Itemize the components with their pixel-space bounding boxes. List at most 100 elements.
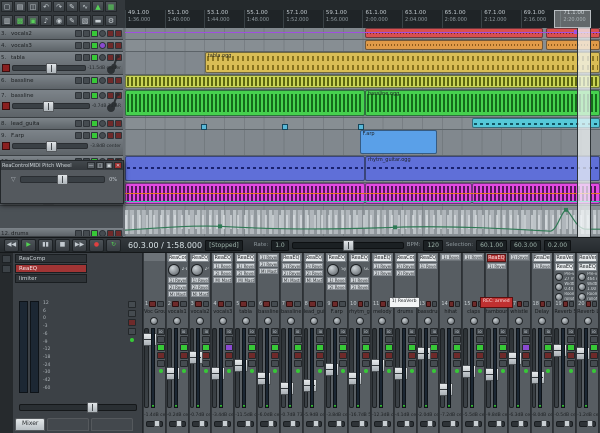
phase-button[interactable]	[364, 301, 369, 307]
record-arm-button[interactable]	[263, 301, 270, 307]
pitch-wheel-dropdown-icon[interactable]: ▽	[11, 176, 16, 183]
env-button[interactable]	[430, 336, 438, 343]
solo-button[interactable]	[157, 360, 165, 367]
record-arm-button[interactable]	[449, 301, 454, 307]
fx-enable-button[interactable]	[271, 344, 279, 351]
phase-button[interactable]	[546, 301, 551, 307]
melody-lane[interactable]	[125, 183, 600, 206]
selection-start[interactable]: 60.1.00	[476, 240, 507, 251]
arrange-view[interactable]: tabla.oggbassline.oggF.arprhytm_guitar.o…	[125, 28, 600, 237]
phase-button[interactable]	[271, 301, 278, 307]
send-knob[interactable]	[191, 264, 203, 276]
media-item[interactable]	[365, 40, 543, 50]
tcp-track-F.arp[interactable]: 9.F.arp-3.8dB center	[0, 130, 123, 156]
window-button[interactable]: —	[87, 162, 95, 169]
width-handle[interactable]	[587, 420, 593, 427]
fx-param-knob[interactable]	[555, 283, 563, 291]
mixer-strip-tambourine[interactable]: ReaEQ1) Reverb S16tambourineio-9.8dB cen…	[486, 253, 508, 433]
fx-slot[interactable]: ReaVerb	[578, 254, 597, 262]
send-slot[interactable]: 1) Reverb S	[305, 263, 324, 269]
send-slot[interactable]: 2) Reverb L	[396, 270, 415, 276]
record-monitor-button[interactable]	[99, 132, 106, 139]
env-button[interactable]	[567, 336, 575, 343]
fx-button[interactable]	[91, 120, 98, 127]
io-button[interactable]	[83, 132, 90, 139]
mute-button[interactable]	[248, 352, 256, 359]
env-button[interactable]	[522, 336, 530, 343]
channel-name[interactable]: bassdrum	[418, 308, 439, 316]
mute-button[interactable]	[362, 352, 370, 359]
fx-enable-button[interactable]	[385, 344, 393, 351]
solo-button[interactable]	[202, 360, 210, 367]
solo-button[interactable]	[115, 120, 122, 127]
fx-button[interactable]	[91, 42, 98, 49]
phase-button[interactable]	[455, 301, 460, 307]
bassline-lower-lane[interactable]: bassline.ogg	[125, 90, 600, 118]
record-arm-button[interactable]	[286, 301, 293, 307]
track-name[interactable]: vocals2	[11, 31, 75, 37]
record-arm-button[interactable]	[172, 301, 179, 307]
solo-button[interactable]	[567, 360, 575, 367]
send-slot[interactable]: 1) Reverb S	[236, 263, 255, 269]
ruler-cell[interactable]: 55.1.001:48.000	[244, 10, 284, 28]
io-button[interactable]: io	[567, 328, 575, 335]
channel-name[interactable]: lead_guita	[304, 308, 325, 316]
env-button[interactable]	[75, 54, 82, 61]
fx-button[interactable]	[91, 132, 98, 139]
send-slot[interactable]: 2) Reverb L	[259, 261, 278, 267]
pan-knob[interactable]	[219, 317, 227, 325]
pitch-wheel-slider[interactable]	[20, 176, 105, 183]
ruler-cell[interactable]: 59.1.001:56.000	[323, 10, 363, 28]
grid-snap-icon[interactable]: ▩	[14, 15, 26, 26]
io-button[interactable]: io	[316, 328, 324, 335]
mute-button[interactable]	[316, 352, 324, 359]
send-slot[interactable]: M) Master/p	[236, 277, 255, 283]
io-button[interactable]	[83, 120, 90, 127]
media-item[interactable]	[125, 156, 365, 181]
fx-slot[interactable]: ReaEQ	[555, 263, 574, 271]
media-item[interactable]	[125, 90, 365, 116]
window-button[interactable]: ▣	[105, 162, 113, 169]
volume-handle[interactable]	[46, 141, 57, 152]
mixer-toggle-icon[interactable]: ▬	[92, 15, 104, 26]
solo-button[interactable]	[115, 132, 122, 139]
solo-button[interactable]	[430, 360, 438, 367]
mixer-strip-hihat[interactable]: 1) Reverb S14hihatio-7.2dB center	[440, 253, 462, 433]
volume-slider[interactable]	[12, 143, 88, 149]
rhytm-guitar-lane[interactable]: rhytm_guitar.ogg	[125, 156, 600, 183]
solo-button[interactable]	[115, 230, 122, 237]
save-project-icon[interactable]: ◫	[27, 1, 39, 12]
send-slot[interactable]: M) Master/p	[191, 291, 210, 297]
channel-name[interactable]: vocals3	[212, 308, 233, 316]
phase-button[interactable]	[294, 301, 301, 307]
fx-button[interactable]	[91, 30, 98, 37]
fx-param-knob[interactable]	[578, 283, 586, 291]
record-arm-button[interactable]	[195, 301, 202, 307]
phase-button[interactable]	[339, 301, 346, 307]
automation-envelope-line[interactable]	[125, 32, 600, 33]
record-button[interactable]: ●	[89, 239, 104, 252]
pan-knob[interactable]	[470, 317, 478, 325]
new-project-icon[interactable]: ▢	[1, 1, 13, 12]
tabla-lane[interactable]: tabla.ogg	[125, 52, 600, 75]
mixer-strip-F.arp[interactable]: ReaEQSynth EQ1) Reverb S2) Reverb L9F.ar…	[326, 253, 348, 433]
width-handle[interactable]	[359, 420, 365, 427]
playrate-handle[interactable]	[343, 240, 354, 251]
docker-icon[interactable]: ▥	[1, 15, 13, 26]
record-arm-button[interactable]	[472, 301, 477, 307]
io-button[interactable]: io	[202, 328, 210, 335]
close-icon[interactable]: ✕	[114, 162, 122, 169]
width-slider[interactable]	[146, 421, 163, 427]
volume-fader[interactable]	[281, 328, 286, 408]
io-button[interactable]: io	[544, 328, 552, 335]
phase-button[interactable]	[523, 301, 528, 307]
env-button[interactable]	[75, 30, 82, 37]
volume-fader[interactable]	[349, 328, 354, 408]
send-knob[interactable]	[350, 264, 362, 276]
env-button[interactable]	[499, 336, 507, 343]
send-slot[interactable]: 1) Reverb S	[396, 263, 415, 269]
volume-handle[interactable]	[46, 63, 57, 74]
fx-enable-button[interactable]	[157, 344, 165, 351]
width-handle[interactable]	[222, 420, 228, 427]
mute-button[interactable]	[499, 352, 507, 359]
